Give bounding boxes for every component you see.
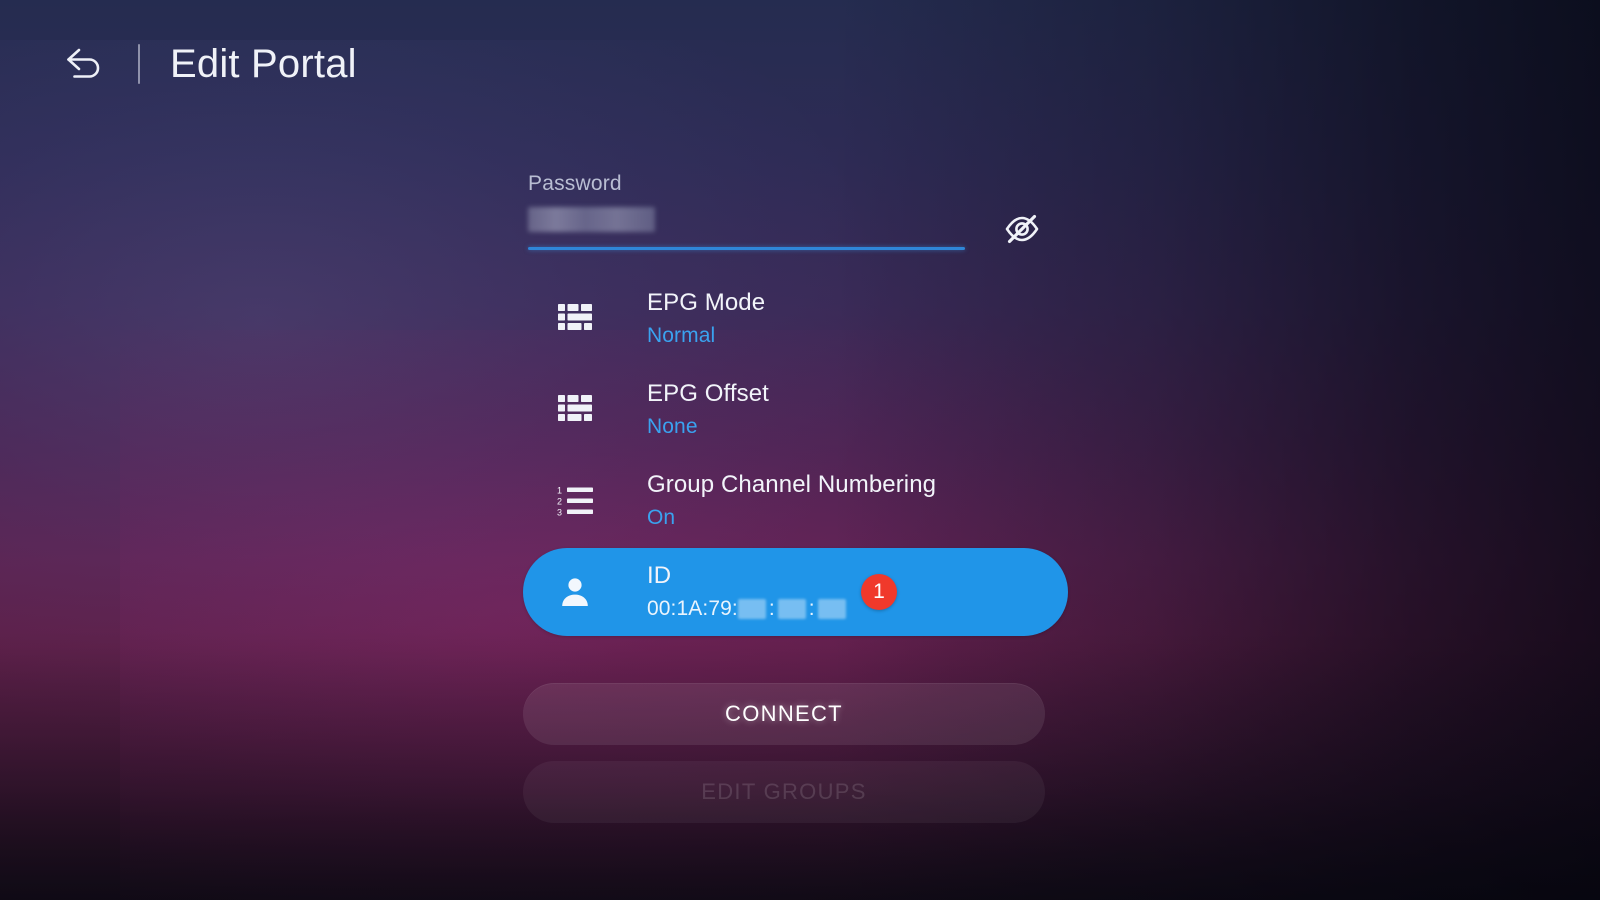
action-buttons: CONNECT EDIT GROUPS (523, 683, 1083, 823)
setting-row-epg-mode[interactable]: EPG Mode Normal (523, 275, 1083, 363)
header-divider (138, 44, 140, 84)
setting-value: Normal (647, 324, 716, 348)
setting-title: Group Channel Numbering (647, 471, 937, 499)
mac-separator: : (768, 597, 775, 621)
setting-value: None (647, 415, 698, 439)
password-label: Password (528, 172, 622, 195)
setting-row-group-channel-numbering[interactable]: 1 2 3 Group Channel Numbering On (523, 457, 1083, 545)
setting-row-text: Group Channel Numbering On (647, 470, 936, 531)
page-title: Edit Portal (170, 41, 357, 86)
setting-title: ID (647, 562, 672, 590)
password-field[interactable]: Password (523, 160, 1083, 268)
setting-value-id: 00:1A:79: : : (647, 595, 846, 622)
setting-row-id[interactable]: ID 00:1A:79: : : 1 (523, 548, 1068, 636)
mac-redacted-segment (817, 598, 846, 619)
back-arrow-icon[interactable] (58, 36, 114, 92)
connect-button[interactable]: CONNECT (523, 683, 1045, 745)
form-column: Password (523, 160, 1083, 268)
app-header: Edit Portal (0, 0, 1600, 128)
screen-root: Edit Portal Password EPG Mode Normal EPG… (0, 0, 1600, 900)
mac-redacted-segment (737, 598, 766, 619)
mac-prefix: 00:1A:79: (647, 597, 738, 621)
password-underline (528, 247, 965, 250)
person-icon (548, 575, 602, 609)
status-badge: 1 (861, 574, 897, 610)
eye-off-icon[interactable] (998, 208, 1046, 250)
setting-row-text: ID 00:1A:79: : : (647, 561, 846, 622)
setting-title: EPG Offset (647, 380, 769, 408)
epg-grid-icon (548, 303, 602, 335)
svg-text:2: 2 (557, 497, 562, 507)
edit-groups-button: EDIT GROUPS (523, 761, 1045, 823)
epg-grid-icon (548, 394, 602, 426)
password-input[interactable] (528, 207, 655, 232)
setting-row-epg-offset[interactable]: EPG Offset None (523, 366, 1083, 454)
setting-row-text: EPG Mode Normal (647, 288, 765, 349)
svg-text:1: 1 (557, 486, 562, 496)
mac-separator: : (808, 597, 815, 621)
numbered-list-icon: 1 2 3 (548, 485, 602, 517)
svg-text:3: 3 (557, 508, 562, 518)
mac-redacted-segment (777, 598, 806, 619)
setting-title: EPG Mode (647, 289, 766, 317)
setting-value: On (647, 506, 676, 530)
settings-list: EPG Mode Normal EPG Offset None 1 2 3 Gr… (523, 275, 1083, 636)
setting-row-text: EPG Offset None (647, 379, 769, 440)
